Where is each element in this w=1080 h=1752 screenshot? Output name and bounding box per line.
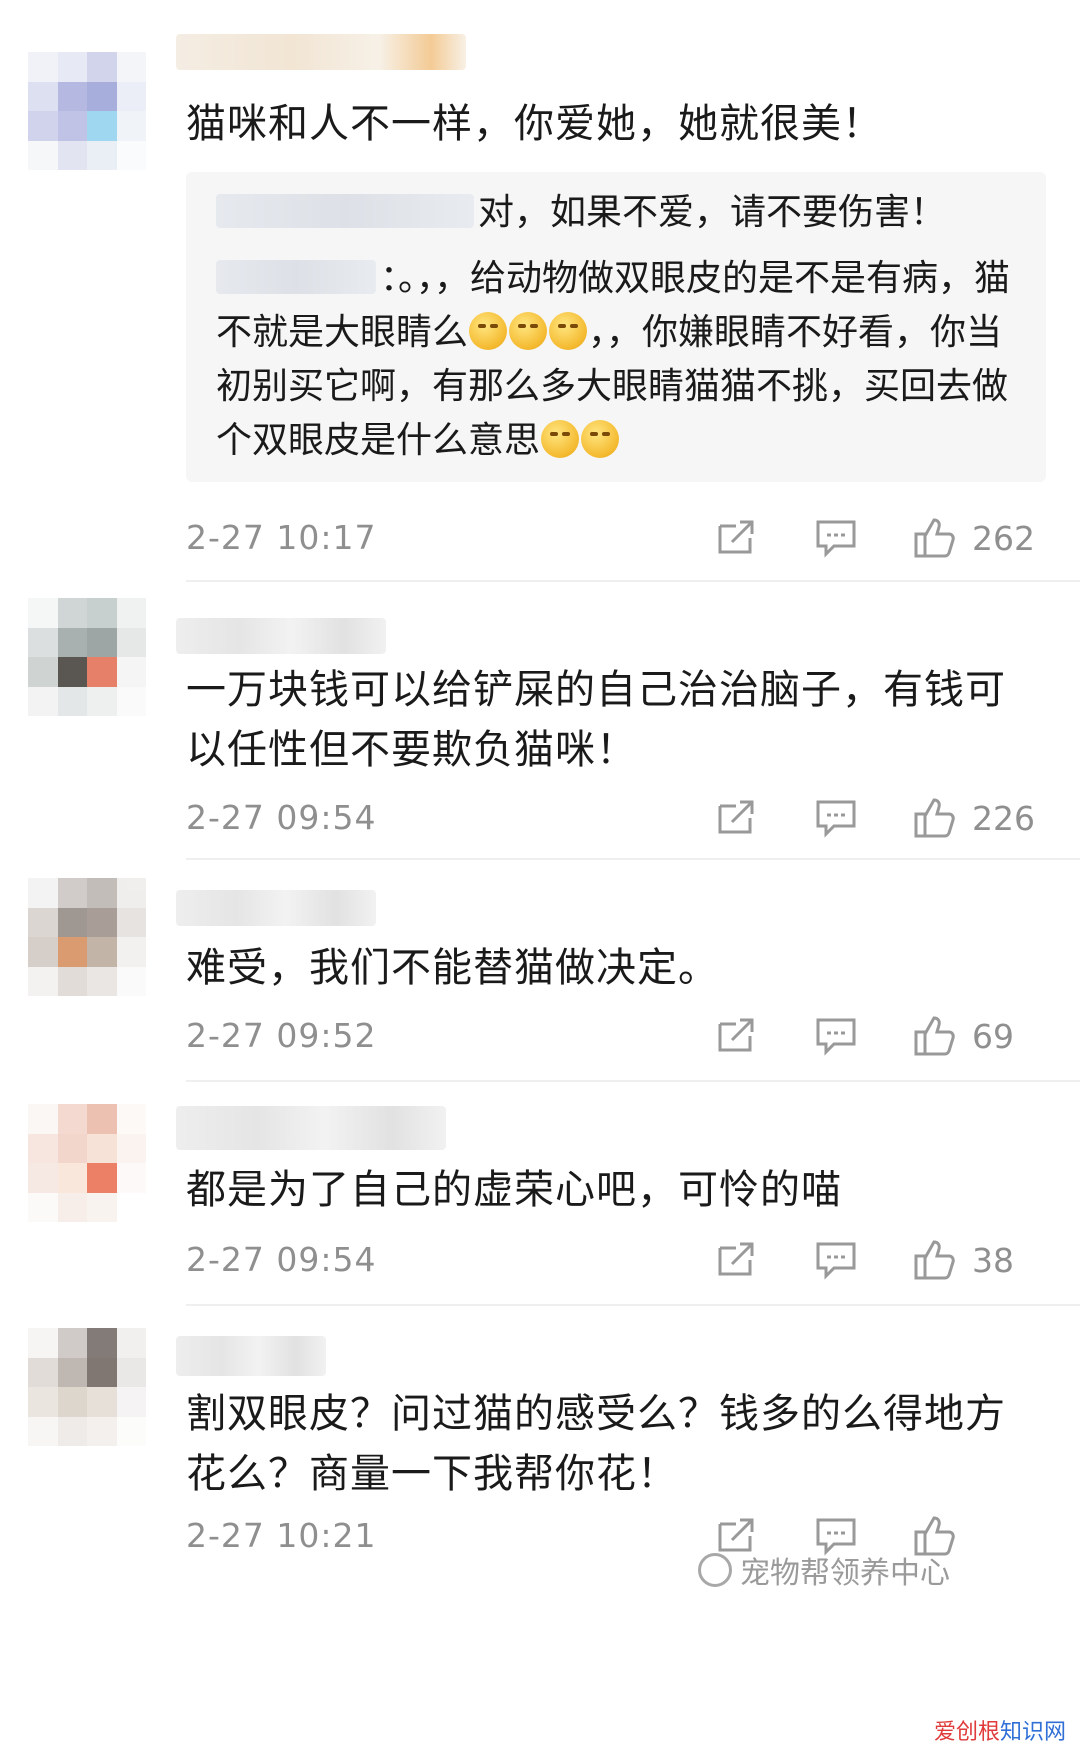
reply-item[interactable]: ：。，，给动物做双眼皮的是不是有病，猫不就是大眼睛么 ，，你嫌眼睛不好看，你当初别… (216, 252, 1016, 468)
confused-emoji-icon (541, 420, 580, 458)
relieved-emoji-icon (469, 312, 508, 350)
comment-text: 割双眼皮？问过猫的感受么？钱多的么得地方花么？商量一下我帮你花！ (186, 1391, 1006, 1497)
like-count: 226 (972, 798, 1035, 838)
reply-thread: 对，如果不爱，请不要伤害！ ：。，，给动物做双眼皮的是不是有病，猫不就是大眼睛么… (186, 172, 1046, 482)
brand-part-1: 爱创根 (933, 1720, 1000, 1745)
reply-item[interactable]: 对，如果不爱，请不要伤害！ (216, 186, 1016, 240)
avatar[interactable] (28, 1328, 146, 1446)
thumbs-up-icon (914, 1016, 955, 1056)
timestamp: 2-27 09:54 (186, 1240, 377, 1279)
reply-text: 对，如果不爱，请不要伤害！ (478, 192, 947, 233)
share-icon (718, 520, 754, 554)
comment-button[interactable] (786, 508, 886, 568)
avatar[interactable] (28, 598, 146, 716)
share-button[interactable] (686, 788, 786, 848)
thumbs-up-icon (914, 518, 955, 558)
comment-button[interactable] (786, 1230, 886, 1290)
share-button[interactable] (686, 1006, 786, 1066)
username-blurred[interactable] (176, 1106, 446, 1150)
comment-button[interactable] (786, 1006, 886, 1066)
thumbs-up-icon (914, 798, 955, 838)
confused-emoji-icon (581, 420, 620, 458)
comment-meta: 2-27 09:54 38 (186, 1230, 1046, 1290)
avatar[interactable] (28, 1104, 146, 1222)
comment-icon (816, 1242, 856, 1280)
comment-meta: 2-27 09:54 226 (186, 788, 1046, 848)
share-icon (718, 800, 754, 834)
like-button[interactable]: 262 (886, 508, 1046, 568)
timestamp: 2-27 09:52 (186, 1016, 377, 1055)
like-button[interactable]: 226 (886, 788, 1046, 848)
avatar[interactable] (28, 878, 146, 996)
divider (186, 1080, 1080, 1082)
timestamp: 2-27 09:54 (186, 798, 377, 837)
comment-icon (816, 800, 856, 838)
like-button[interactable]: 69 (886, 1006, 1046, 1066)
comment-icon (816, 520, 856, 558)
brand-watermark: 爱创根知识网 (927, 1712, 1072, 1748)
divider (186, 580, 1080, 582)
username-blurred[interactable] (176, 1336, 326, 1376)
comment-text: 猫咪和人不一样，你爱她，她就很美！ (186, 101, 883, 147)
divider (186, 858, 1080, 860)
share-icon (718, 1018, 754, 1052)
comment-text: 一万块钱可以给铲屎的自己治治脑子，有钱可以任性但不要欺负猫咪！ (186, 667, 1006, 773)
relieved-emoji-icon (549, 312, 588, 350)
brand-part-2: 知识网 (999, 1720, 1066, 1745)
timestamp: 2-27 10:17 (186, 518, 377, 557)
like-count: 262 (972, 518, 1035, 558)
share-icon (718, 1242, 754, 1276)
comment-icon (816, 1018, 856, 1056)
comment-button[interactable] (786, 788, 886, 848)
timestamp: 2-27 10:21 (186, 1516, 377, 1555)
comment-text: 都是为了自己的虚荣心吧，可怜的喵 (186, 1167, 842, 1213)
divider (186, 1304, 1080, 1306)
reply-username-blurred[interactable] (216, 260, 376, 294)
comment-meta: 2-27 09:52 69 (186, 1006, 1046, 1066)
relieved-emoji-icon (509, 312, 548, 350)
reply-username-blurred[interactable] (216, 194, 474, 228)
watermark: 宠物帮领养中心 (698, 1548, 950, 1592)
username-blurred[interactable] (176, 890, 376, 926)
username-blurred[interactable] (176, 618, 386, 654)
watermark-text: 宠物帮领养中心 (740, 1556, 950, 1591)
share-button[interactable] (686, 1230, 786, 1290)
like-count: 69 (972, 1016, 1014, 1056)
like-button[interactable]: 38 (886, 1230, 1046, 1290)
avatar[interactable] (28, 52, 146, 170)
username-blurred[interactable] (176, 34, 466, 70)
wechat-icon (698, 1553, 732, 1587)
share-button[interactable] (686, 508, 786, 568)
like-count: 38 (972, 1240, 1014, 1280)
comment-meta: 2-27 10:17 262 (186, 508, 1046, 568)
comment-text: 难受，我们不能替猫做决定。 (186, 945, 719, 991)
thumbs-up-icon (914, 1240, 955, 1280)
